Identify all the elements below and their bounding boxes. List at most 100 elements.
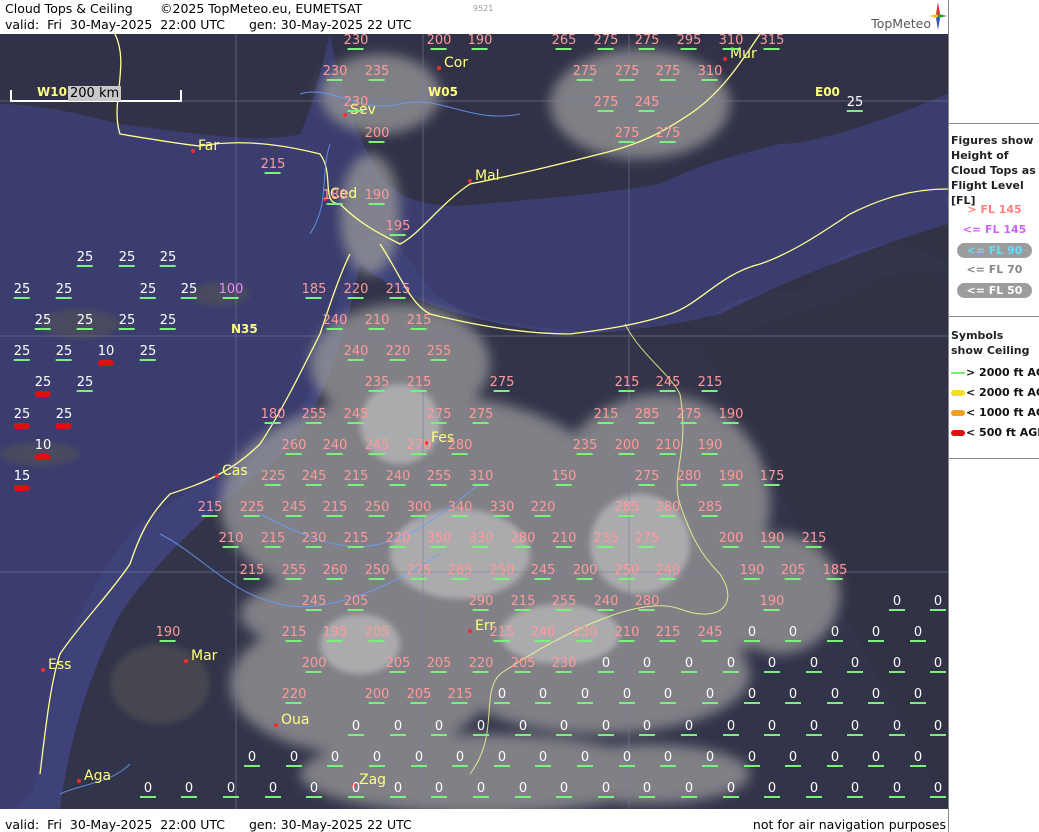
topmeteo-logo[interactable]: TopMeteo [852,2,947,32]
cloud-top-value: 0 [788,750,798,765]
cloud-top-value: 10 [97,344,115,359]
cloud-top-label: 25 [118,251,135,267]
cloud-top-label: 0 [223,782,239,798]
cloud-top-label: 200 [615,439,639,455]
cloud-top-label: 215 [698,376,722,392]
cloud-top-value: 0 [684,781,694,796]
cloud-top-label: 210 [218,531,244,548]
cloud-top-label: 200 [365,688,389,704]
ceiling-symbol [638,110,655,112]
cloud-top-value: 0 [809,719,819,734]
cloud-top-label: 215 [282,626,306,642]
cloud-top-value: 245 [301,594,327,609]
cloud-top-value: 190 [759,531,785,546]
ceiling-swatch-icon [951,372,965,374]
ceiling-symbol [702,702,718,704]
ceiling-symbol [806,796,822,798]
cloud-top-value: 260 [322,563,348,578]
cloud-top-value: 0 [518,719,528,734]
ceiling-symbol [472,422,489,424]
ceiling-symbol [180,297,197,299]
cloud-top-label: 0 [868,688,884,704]
cloud-top-label: 285 [698,501,722,517]
ceiling-symbol [555,48,572,50]
ceiling-symbol [451,578,468,580]
ceiling-symbol [222,546,239,548]
ceiling-symbol [827,765,843,767]
cloud-top-label: 0 [827,626,843,642]
satellite-map[interactable]: 200 km W10 W05 E00 N35 Cor Mur Sev Far Mal Ced Fe… [0,34,948,809]
ceiling-symbol [347,359,364,361]
cloud-top-label: 235 [594,532,618,548]
cloud-top-value: 0 [414,750,424,765]
ceiling-symbol [493,578,510,580]
cloud-top-label: 0 [327,751,343,767]
ceiling-symbol [472,546,489,548]
cloud-top-label: 25 [847,96,863,112]
cloud-top-label: 250 [365,564,389,580]
cloud-top-value: 0 [871,687,881,702]
cloud-top-value: 330 [468,531,494,546]
cloud-top-label: 255 [282,564,306,580]
ceiling-symbol [827,702,843,704]
cloud-top-label: 190 [698,439,722,455]
cloud-top-value: 200 [572,563,598,578]
disclaimer: not for air navigation purposes [752,817,946,832]
cloud-top-label: 0 [889,595,905,611]
cloud-top-label: 205 [344,595,368,611]
cloud-top-value: 0 [684,656,694,671]
ceiling-symbol [118,265,135,267]
cloud-top-label: 230 [573,626,597,642]
cloud-top-value: 275 [593,95,619,110]
cloud-top-label: 215 [407,314,431,330]
cloud-top-value: 25 [13,282,31,297]
ceiling-symbol [286,765,302,767]
cloud-top-value: 245 [634,95,660,110]
cloud-top-value: 0 [393,781,403,796]
ceiling-symbol [868,640,884,642]
cloud-top-label: 0 [889,657,905,673]
cloud-top-value: 25 [118,313,136,328]
cloud-top-label: 25 [77,376,93,392]
cloud-top-value: 235 [364,64,390,79]
cloud-top-value: 210 [218,531,244,546]
cloud-top-label: 285 [635,408,659,424]
cloud-top-label: 0 [639,782,655,798]
cloud-top-label: 0 [847,720,863,736]
cloud-top-value: 0 [705,687,715,702]
cloud-top-value: 0 [871,750,881,765]
cloud-top-value: 0 [830,687,840,702]
cloud-top-label: 10 [97,344,115,366]
ceiling-symbol [597,110,614,112]
cloud-top-label: 200 [302,657,326,673]
ceiling-symbol [515,734,531,736]
cloud-top-label: 225 [240,501,264,517]
cloud-top-label: 255 [427,470,451,486]
ceiling-symbol [785,765,801,767]
ceiling-swatch-icon [951,410,965,416]
ceiling-symbol [597,422,614,424]
cloud-top-label: 190 [740,564,764,580]
cloud-top-label: 220 [344,283,368,299]
cloud-top-value: 215 [197,500,223,515]
cloud-top-value: 190 [718,407,744,422]
cloud-top-label: 175 [760,470,784,486]
ceiling-symbol [306,796,322,798]
cloud-top-value: 190 [155,625,181,640]
cloud-top-value: 0 [892,781,902,796]
cloud-top-label: 215 [448,688,472,704]
cloud-top-label: 275 [427,408,451,424]
cloud-top-value: 280 [510,531,536,546]
cloud-top-value: 0 [580,750,590,765]
cloud-top-value: 245 [281,500,307,515]
cloud-top-value: 215 [260,157,286,172]
cloud-top-value: 310 [718,34,744,48]
cloud-top-value: 0 [809,781,819,796]
cloud-top-label: 275 [635,532,659,548]
ceiling-symbol [368,203,385,205]
ceiling-symbol [264,546,281,548]
cloud-top-label: 215 [197,500,223,517]
cloud-top-label: 245 [302,470,326,486]
cloud-top-value: 275 [468,407,494,422]
ceiling-symbol [285,453,302,455]
